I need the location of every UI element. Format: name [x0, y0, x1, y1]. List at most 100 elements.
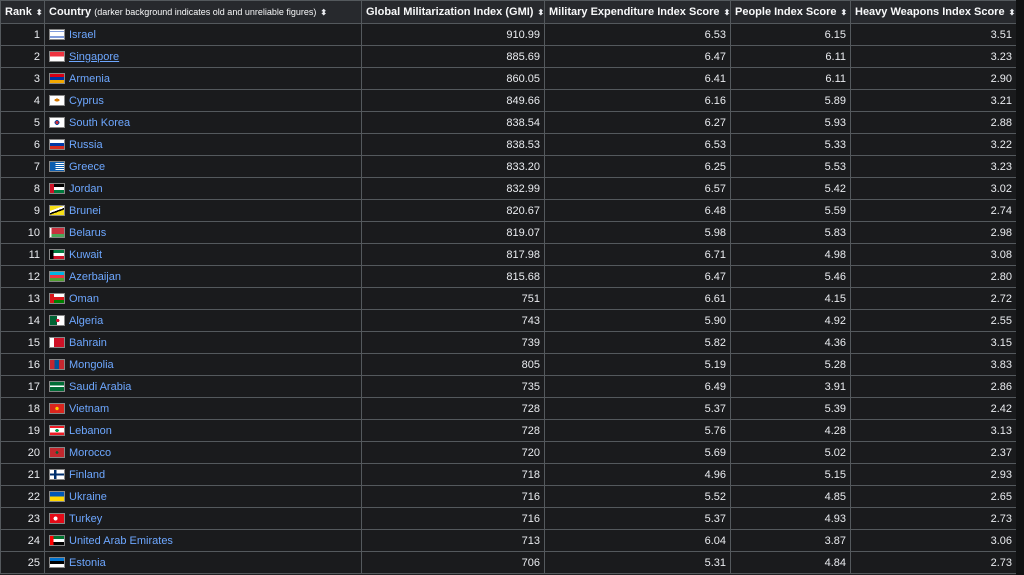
gmi-cell: 706 — [361, 551, 545, 574]
gmi-cell: 728 — [361, 419, 545, 442]
country-link[interactable]: Russia — [69, 139, 103, 151]
header-row: Rank ⬍ Country (darker background indicat… — [0, 0, 1017, 24]
heavy-weapons-cell: 2.93 — [850, 463, 1017, 486]
people-cell: 5.42 — [730, 177, 851, 200]
gmi-cell: 743 — [361, 309, 545, 332]
column-header-rank-label: Rank — [5, 6, 32, 18]
rank-cell: 22 — [0, 485, 45, 508]
country-link[interactable]: Azerbaijan — [69, 271, 121, 283]
jordan-flag-icon — [49, 182, 65, 194]
sort-icon[interactable]: ⬍ — [840, 8, 847, 17]
table-row: 9 Brunei 820.67 6.48 5.59 2.74 — [0, 199, 1017, 222]
country-link[interactable]: United Arab Emirates — [69, 535, 173, 547]
country-link[interactable]: Algeria — [69, 315, 103, 327]
country-link[interactable]: Jordan — [69, 183, 103, 195]
country-cell: Finland — [44, 463, 362, 486]
country-link[interactable]: Ukraine — [69, 491, 107, 503]
sort-icon[interactable]: ⬍ — [320, 8, 327, 17]
rank-cell: 16 — [0, 353, 45, 376]
table-row: 5 South Korea 838.54 6.27 5.93 2.88 — [0, 111, 1017, 134]
country-cell: Russia — [44, 133, 362, 156]
sort-icon[interactable]: ⬍ — [36, 8, 43, 17]
belarus-flag-icon — [49, 226, 65, 238]
kuwait-flag-icon — [49, 248, 65, 260]
country-link[interactable]: Estonia — [69, 557, 106, 569]
rank-cell: 11 — [0, 243, 45, 266]
people-cell: 5.46 — [730, 265, 851, 288]
country-link[interactable]: Armenia — [69, 73, 110, 85]
country-link[interactable]: Turkey — [69, 513, 102, 525]
military-expenditure-cell: 5.52 — [544, 485, 731, 508]
military-expenditure-cell: 6.04 — [544, 529, 731, 552]
heavy-weapons-cell: 2.88 — [850, 111, 1017, 134]
column-header-country[interactable]: Country (darker background indicates old… — [44, 0, 362, 24]
people-cell: 4.28 — [730, 419, 851, 442]
gmi-cell: 739 — [361, 331, 545, 354]
column-header-gmi[interactable]: Global Militarization Index (GMI) ⬍ — [361, 0, 545, 24]
table-row: 4 Cyprus 849.66 6.16 5.89 3.21 — [0, 89, 1017, 112]
country-cell: Vietnam — [44, 397, 362, 420]
column-header-military-expenditure[interactable]: Military Expenditure Index Score ⬍ — [544, 0, 731, 24]
country-cell: Israel — [44, 23, 362, 46]
military-expenditure-cell: 6.53 — [544, 133, 731, 156]
people-cell: 5.15 — [730, 463, 851, 486]
country-link[interactable]: Morocco — [69, 447, 111, 459]
military-expenditure-cell: 5.37 — [544, 397, 731, 420]
country-cell: Singapore — [44, 45, 362, 68]
country-link[interactable]: Israel — [69, 29, 96, 41]
column-header-country-note: (darker background indicates old and unr… — [94, 7, 317, 17]
country-link[interactable]: Vietnam — [69, 403, 109, 415]
country-link[interactable]: Singapore — [69, 51, 119, 63]
military-expenditure-cell: 6.57 — [544, 177, 731, 200]
country-cell: Bahrain — [44, 331, 362, 354]
country-link[interactable]: Oman — [69, 293, 99, 305]
country-link[interactable]: Kuwait — [69, 249, 102, 261]
country-cell: United Arab Emirates — [44, 529, 362, 552]
table-row: 21 Finland 718 4.96 5.15 2.93 — [0, 463, 1017, 486]
country-link[interactable]: Belarus — [69, 227, 106, 239]
algeria-flag-icon — [49, 314, 65, 326]
country-link[interactable]: Lebanon — [69, 425, 112, 437]
heavy-weapons-cell: 2.73 — [850, 507, 1017, 530]
gmi-cell: 849.66 — [361, 89, 545, 112]
country-link[interactable]: Greece — [69, 161, 105, 173]
column-header-heavy-weapons[interactable]: Heavy Weapons Index Score ⬍ — [850, 0, 1017, 24]
bahrain-flag-icon — [49, 336, 65, 348]
country-link[interactable]: Saudi Arabia — [69, 381, 131, 393]
saudi-arabia-flag-icon — [49, 380, 65, 392]
military-expenditure-cell: 6.47 — [544, 45, 731, 68]
country-cell: Kuwait — [44, 243, 362, 266]
rank-cell: 13 — [0, 287, 45, 310]
table-row: 1 Israel 910.99 6.53 6.15 3.51 — [0, 23, 1017, 46]
country-link[interactable]: Cyprus — [69, 95, 104, 107]
country-link[interactable]: Mongolia — [69, 359, 114, 371]
column-header-military-expenditure-label: Military Expenditure Index Score — [549, 6, 720, 18]
rank-cell: 1 — [0, 23, 45, 46]
column-header-people[interactable]: People Index Score ⬍ — [730, 0, 851, 24]
militarization-table: Rank ⬍ Country (darker background indicat… — [0, 0, 1017, 574]
south-korea-flag-icon — [49, 116, 65, 128]
people-cell: 5.02 — [730, 441, 851, 464]
country-cell: Cyprus — [44, 89, 362, 112]
table-row: 14 Algeria 743 5.90 4.92 2.55 — [0, 309, 1017, 332]
column-header-country-label: Country — [49, 6, 92, 18]
people-cell: 5.33 — [730, 133, 851, 156]
sort-icon[interactable]: ⬍ — [1009, 8, 1016, 17]
rank-cell: 2 — [0, 45, 45, 68]
country-cell: Brunei — [44, 199, 362, 222]
military-expenditure-cell: 5.31 — [544, 551, 731, 574]
heavy-weapons-cell: 2.73 — [850, 551, 1017, 574]
country-link[interactable]: South Korea — [69, 117, 130, 129]
country-link[interactable]: Bahrain — [69, 337, 107, 349]
sort-icon[interactable]: ⬍ — [724, 8, 730, 17]
country-cell: Turkey — [44, 507, 362, 530]
table-row: 25 Estonia 706 5.31 4.84 2.73 — [0, 551, 1017, 574]
country-link[interactable]: Brunei — [69, 205, 101, 217]
country-cell: South Korea — [44, 111, 362, 134]
country-link[interactable]: Finland — [69, 469, 105, 481]
heavy-weapons-cell: 2.80 — [850, 265, 1017, 288]
rank-cell: 14 — [0, 309, 45, 332]
sort-icon[interactable]: ⬍ — [537, 8, 543, 17]
column-header-heavy-weapons-label: Heavy Weapons Index Score — [855, 6, 1005, 18]
column-header-rank[interactable]: Rank ⬍ — [0, 0, 45, 24]
